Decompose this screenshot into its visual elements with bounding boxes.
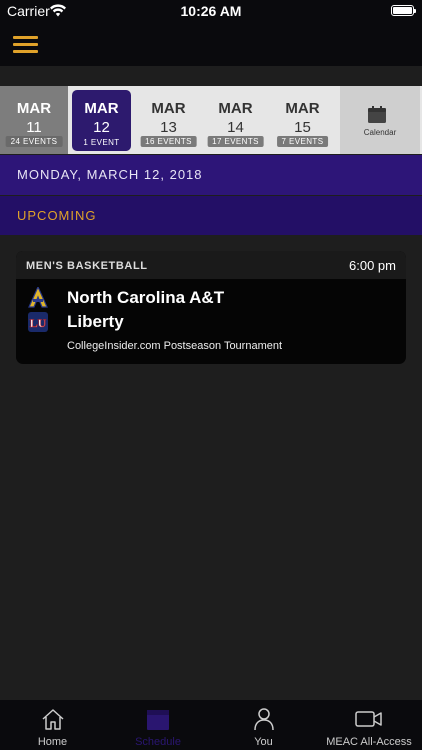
date-day: 12 xyxy=(93,119,110,136)
status-bar: Carrier 10:26 AM xyxy=(0,0,422,22)
battery-icon xyxy=(391,5,416,16)
tab-you[interactable]: You xyxy=(211,700,316,750)
tab-home[interactable]: Home xyxy=(0,700,105,750)
upcoming-section-bar: UPCOMING xyxy=(0,196,422,235)
date-event-count: 1 EVENT xyxy=(83,138,120,147)
team2-name: Liberty xyxy=(67,312,124,331)
date-day: 13 xyxy=(160,119,177,136)
event-tournament: CollegeInsider.com Postseason Tournament xyxy=(67,340,283,352)
calendar-button[interactable]: Calendar xyxy=(340,86,420,154)
event-sport: MEN'S BASKETBALL xyxy=(26,260,148,272)
date-strip: MAR 11 24 EVENTS MAR 12 1 EVENT MAR 13 1… xyxy=(0,86,422,154)
ncat-logo-icon xyxy=(28,287,48,308)
tab-schedule-label: Schedule xyxy=(135,736,181,748)
hamburger-menu-icon[interactable] xyxy=(13,36,38,54)
nav-bar xyxy=(0,22,422,66)
event-time: 6:00 pm xyxy=(349,258,396,273)
date-event-count: 24 EVENTS xyxy=(5,136,63,147)
tab-you-label: You xyxy=(254,736,273,748)
tab-home-label: Home xyxy=(37,736,68,748)
svg-text:LU: LU xyxy=(30,316,47,330)
upcoming-heading: UPCOMING xyxy=(17,208,97,223)
tab-schedule[interactable]: Schedule xyxy=(105,700,211,750)
date-item-mar-15[interactable]: MAR 15 7 EVENTS xyxy=(269,86,336,154)
tab-meac-all-access-label: MEAC All-Access xyxy=(326,736,412,748)
date-month: MAR xyxy=(285,100,320,117)
date-item-mar-13[interactable]: MAR 13 16 EVENTS xyxy=(135,86,202,154)
date-day: 14 xyxy=(227,119,244,136)
calendar-label: Calendar xyxy=(363,128,397,137)
team1-name: North Carolina A&T xyxy=(67,288,225,307)
calendar-icon xyxy=(147,710,169,730)
date-month: MAR xyxy=(16,100,52,117)
date-item-mar-14[interactable]: MAR 14 17 EVENTS xyxy=(202,86,269,154)
date-day: 11 xyxy=(26,119,42,136)
event-card-header: MEN'S BASKETBALL 6:00 pm xyxy=(16,251,406,279)
tab-bar: Home Schedule You MEAC All-Access xyxy=(0,700,422,750)
date-day: 15 xyxy=(294,119,311,136)
event-card[interactable]: MEN'S BASKETBALL 6:00 pm LU North Caroli… xyxy=(16,251,406,364)
date-event-count: 17 EVENTS xyxy=(207,136,264,147)
date-month: MAR xyxy=(218,100,253,117)
date-month: MAR xyxy=(151,100,186,117)
date-event-count: 7 EVENTS xyxy=(276,136,329,147)
tab-meac-all-access[interactable]: MEAC All-Access xyxy=(316,700,422,750)
person-icon xyxy=(253,708,274,731)
liberty-logo-icon: LU xyxy=(28,312,48,332)
video-camera-icon xyxy=(355,711,382,727)
home-icon xyxy=(41,709,64,730)
date-item-mar-11[interactable]: MAR 11 24 EVENTS xyxy=(0,86,68,154)
calendar-icon xyxy=(368,106,386,123)
date-event-count: 16 EVENTS xyxy=(140,136,197,147)
date-month: MAR xyxy=(84,100,119,117)
date-item-mar-12[interactable]: MAR 12 1 EVENT xyxy=(72,90,131,151)
status-time: 10:26 AM xyxy=(180,3,242,19)
date-heading-bar: MONDAY, MARCH 12, 2018 xyxy=(0,155,422,195)
date-heading: MONDAY, MARCH 12, 2018 xyxy=(17,167,203,182)
